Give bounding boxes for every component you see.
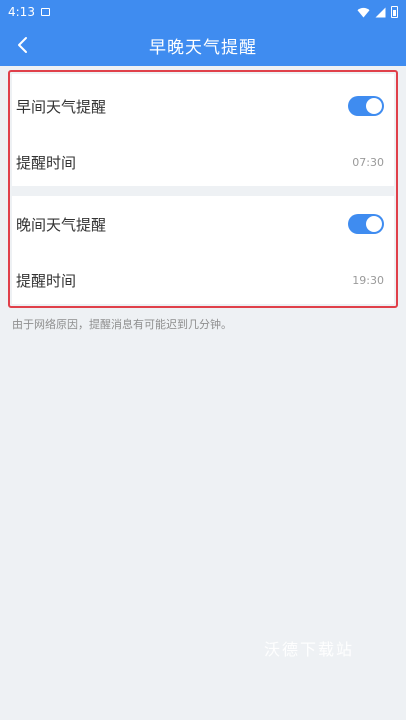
evening-reminder-label: 晚间天气提醒 bbox=[16, 215, 107, 234]
evening-time-label: 提醒时间 bbox=[16, 271, 77, 290]
delay-note: 由于网络原因，提醒消息有可能迟到几分钟。 bbox=[12, 318, 232, 331]
morning-reminder-row: 早间天气提醒 bbox=[12, 78, 394, 134]
wifi-icon bbox=[357, 7, 370, 18]
back-button[interactable] bbox=[6, 24, 40, 66]
battery-icon bbox=[391, 6, 398, 18]
evening-card: 晚间天气提醒 提醒时间 19:30 bbox=[12, 196, 394, 304]
signal-icon bbox=[375, 7, 386, 17]
toggle-knob bbox=[366, 98, 382, 114]
evening-reminder-toggle[interactable] bbox=[348, 214, 384, 234]
app-bar: 早晚天气提醒 bbox=[0, 24, 406, 66]
morning-reminder-label: 早间天气提醒 bbox=[16, 97, 107, 116]
morning-time-value: 07:30 bbox=[352, 155, 384, 169]
evening-reminder-row: 晚间天气提醒 bbox=[12, 196, 394, 252]
status-time: 4:13 bbox=[8, 5, 35, 19]
evening-time-value: 19:30 bbox=[352, 273, 384, 287]
evening-time-row[interactable]: 提醒时间 19:30 bbox=[12, 252, 394, 308]
page-title: 早晚天气提醒 bbox=[149, 37, 257, 58]
watermark-text: 沃德下载站 bbox=[264, 640, 355, 659]
settings-highlight-frame: 早间天气提醒 提醒时间 07:30 晚间天气提醒 提醒时间 19:30 bbox=[8, 70, 398, 308]
morning-time-label: 提醒时间 bbox=[16, 153, 77, 172]
status-bar: 4:13 bbox=[0, 0, 406, 24]
morning-reminder-toggle[interactable] bbox=[348, 96, 384, 116]
sim-card-icon bbox=[40, 8, 50, 16]
chevron-left-icon bbox=[18, 37, 27, 53]
toggle-knob bbox=[366, 216, 382, 232]
morning-card: 早间天气提醒 提醒时间 07:30 bbox=[12, 74, 394, 186]
morning-time-row[interactable]: 提醒时间 07:30 bbox=[12, 134, 394, 190]
